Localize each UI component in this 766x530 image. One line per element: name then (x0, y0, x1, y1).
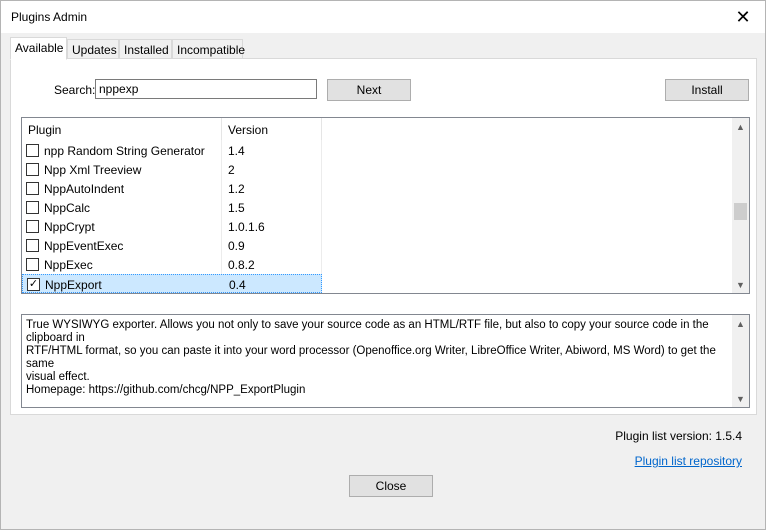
scrollbar-thumb[interactable] (734, 203, 747, 221)
plugins-admin-window: Plugins Admin ✕ Available Updates Instal… (0, 0, 766, 530)
scroll-up-icon[interactable]: ▲ (732, 118, 749, 135)
checkbox[interactable] (26, 239, 39, 252)
plugin-name: NppExport (45, 278, 102, 292)
plugin-version: 0.9 (228, 239, 245, 253)
plugin-list-repository-link[interactable]: Plugin list repository (635, 454, 742, 468)
table-row[interactable]: npp Random String Generator 1.4 (22, 141, 322, 160)
plugin-name: NppEventExec (44, 239, 124, 253)
plugin-version: 1.2 (228, 182, 245, 196)
column-header-version[interactable]: Version (222, 118, 322, 140)
table-row[interactable]: NppCalc 1.5 (22, 198, 322, 217)
plugin-name: NppExec (44, 258, 93, 272)
column-header-plugin[interactable]: Plugin (22, 118, 222, 140)
table-row[interactable]: NppExec 0.8.2 (22, 255, 322, 274)
plugin-version: 1.5 (228, 201, 245, 215)
install-button[interactable]: Install (665, 79, 749, 101)
plugin-list-version: Plugin list version: 1.5.4 (615, 429, 742, 443)
scroll-down-icon[interactable]: ▼ (732, 390, 749, 407)
close-icon[interactable]: ✕ (721, 1, 765, 33)
plugin-name: NppAutoIndent (44, 182, 125, 196)
plugin-version: 1.4 (228, 144, 245, 158)
table-row[interactable]: NppEventExec 0.9 (22, 236, 322, 255)
plugin-name: NppCalc (44, 201, 91, 215)
tab-installed[interactable]: Installed (119, 39, 172, 59)
title-bar[interactable]: Plugins Admin ✕ (1, 1, 765, 33)
table-row[interactable]: ✓ NppExport 0.4 (22, 274, 322, 293)
next-button[interactable]: Next (327, 79, 411, 101)
available-tab-panel: Search: Next Install Plugin Version npp … (10, 58, 757, 415)
plugin-version: 1.0.1.6 (228, 220, 265, 234)
checkbox[interactable] (26, 182, 39, 195)
checkbox[interactable] (26, 144, 39, 157)
checkbox[interactable] (26, 258, 39, 271)
description-text: True WYSIWYG exporter. Allows you not on… (26, 319, 716, 396)
scroll-down-icon[interactable]: ▼ (732, 276, 749, 293)
plugin-version: 0.4 (229, 278, 246, 292)
checkbox[interactable] (26, 201, 39, 214)
table-row[interactable]: NppCrypt 1.0.1.6 (22, 217, 322, 236)
table-row[interactable]: Npp Xml Treeview 2 (22, 160, 322, 179)
close-button[interactable]: Close (349, 475, 433, 497)
plugin-name: npp Random String Generator (44, 144, 205, 158)
table-row[interactable]: NppAutoIndent 1.2 (22, 179, 322, 198)
tab-incompatible[interactable]: Incompatible (172, 39, 245, 59)
checkbox[interactable] (26, 220, 39, 233)
list-scrollbar[interactable]: ▲ ▼ (732, 118, 749, 293)
search-input[interactable] (95, 79, 317, 99)
tab-updates[interactable]: Updates (67, 39, 119, 59)
description-scrollbar[interactable]: ▲ ▼ (732, 315, 749, 407)
checkbox[interactable] (26, 163, 39, 176)
scroll-up-icon[interactable]: ▲ (732, 315, 749, 332)
window-title: Plugins Admin (11, 10, 88, 24)
list-header: Plugin Version (22, 118, 322, 140)
plugin-description[interactable]: True WYSIWYG exporter. Allows you not on… (21, 314, 750, 408)
checked-checkbox[interactable]: ✓ (27, 278, 40, 291)
tab-available[interactable]: Available (10, 37, 67, 60)
plugin-version: 0.8.2 (228, 258, 255, 272)
plugin-name: NppCrypt (44, 220, 95, 234)
search-label: Search: (54, 83, 96, 97)
plugin-list[interactable]: Plugin Version npp Random String Generat… (21, 117, 750, 294)
plugin-version: 2 (228, 163, 235, 177)
plugin-name: Npp Xml Treeview (44, 163, 142, 177)
